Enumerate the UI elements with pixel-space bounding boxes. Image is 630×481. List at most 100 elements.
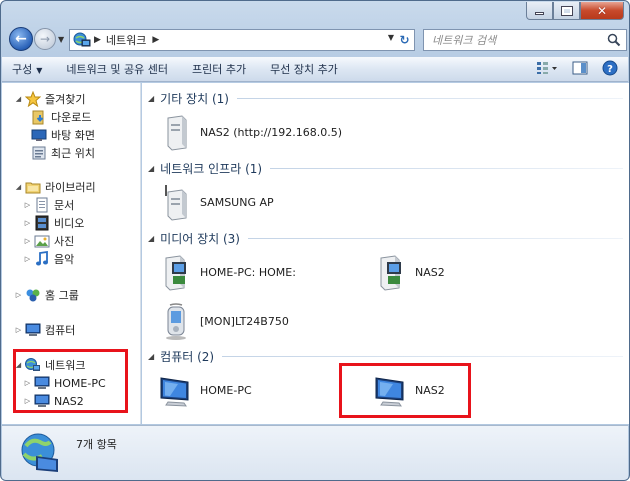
- tree-documents[interactable]: ▷ 문서: [23, 196, 74, 214]
- media-item-nas2[interactable]: NAS2: [373, 252, 445, 292]
- tree-homegroup[interactable]: ▷ 홈 그룹: [14, 286, 79, 304]
- minimize-button[interactable]: [526, 2, 553, 20]
- add-printer-button[interactable]: 프린터 추가: [192, 61, 246, 77]
- tree-label: 비디오: [54, 217, 85, 230]
- collapsed-triangle-icon[interactable]: ▷: [23, 219, 32, 227]
- tree-computer[interactable]: ▷ 컴퓨터: [14, 321, 75, 339]
- svg-text:?: ?: [607, 64, 613, 75]
- address-location[interactable]: 네트워크: [106, 32, 146, 48]
- computer-icon: [25, 323, 41, 336]
- computer-icon: [160, 377, 189, 407]
- star-icon: [25, 91, 41, 107]
- tree-label: 홈 그룹: [45, 289, 79, 302]
- organize-button[interactable]: 구성 ▼: [12, 61, 42, 77]
- device-item-nas2-http[interactable]: NAS2 (http://192.168.0.5): [158, 112, 342, 152]
- group-header-network-infrastructure[interactable]: ◢ 네트워크 인프라 (1): [148, 159, 623, 177]
- mobile-device-icon: [166, 303, 186, 340]
- documents-icon: [36, 197, 48, 213]
- close-button[interactable]: ✕: [580, 2, 624, 20]
- group-header-other-devices[interactable]: ◢ 기타 장치 (1): [148, 89, 623, 107]
- expanded-triangle-icon[interactable]: ◢: [14, 95, 23, 103]
- search-icon[interactable]: [606, 33, 622, 47]
- recent-pages-dropdown[interactable]: ▼: [58, 35, 64, 44]
- group-title: 네트워크 인프라 (1): [160, 161, 263, 176]
- tree-label: 음악: [54, 253, 75, 266]
- group-title: 기타 장치 (1): [160, 91, 229, 106]
- back-button[interactable]: ←: [9, 27, 33, 51]
- media-item-home-pc[interactable]: HOME-PC: HOME:: [158, 252, 296, 292]
- expanded-triangle-icon[interactable]: ◢: [148, 352, 154, 361]
- computer-item-home-pc[interactable]: HOME-PC: [158, 370, 252, 410]
- caption-buttons: ✕: [526, 2, 624, 22]
- item-label: HOME-PC: [200, 383, 252, 397]
- search-box[interactable]: 네트워크 검색: [423, 29, 627, 51]
- tree-label: 바탕 화면: [51, 129, 95, 142]
- view-options-button[interactable]: [536, 61, 558, 78]
- address-bar[interactable]: ▶ 네트워크 ▶ ▼: [69, 29, 397, 51]
- item-label: [MON]LT24B750: [200, 314, 289, 328]
- tree-downloads[interactable]: 다운로드: [31, 108, 91, 126]
- media-server-icon: [380, 255, 401, 291]
- tree-label: 컴퓨터: [45, 324, 76, 337]
- search-placeholder[interactable]: 네트워크 검색: [432, 32, 606, 48]
- refresh-icon: ↻: [399, 33, 410, 47]
- pictures-icon: [34, 235, 50, 248]
- expanded-triangle-icon[interactable]: ◢: [148, 234, 154, 243]
- network-icon: [73, 32, 91, 47]
- tree-label: 문서: [54, 199, 75, 212]
- device-item-samsung-ap[interactable]: SAMSUNG AP: [158, 182, 274, 222]
- downloads-folder-icon: [32, 110, 44, 125]
- group-divider: [247, 237, 623, 239]
- explorer-window: ✕ ← → ▼ ▶ 네트워크 ▶ ▼ ↻ 네트워크 검색 구성 ▼ 네트워크 및…: [0, 0, 630, 481]
- tree-libraries[interactable]: ◢ 라이브러리: [14, 178, 96, 196]
- tree-favorites[interactable]: ◢ 즐겨찾기: [14, 90, 85, 108]
- navigation-pane: ◢ 즐겨찾기 다운로드 바탕 화면 최근 위치 ◢ 라이브러리 ▷ 문서 ▷ 비…: [2, 83, 141, 424]
- preview-pane-icon: [572, 61, 588, 75]
- tree-desktop[interactable]: 바탕 화면: [31, 126, 95, 144]
- collapsed-triangle-icon[interactable]: ▷: [23, 201, 32, 209]
- expanded-triangle-icon[interactable]: ◢: [148, 164, 154, 173]
- group-title: 컴퓨터 (2): [160, 349, 215, 364]
- network-sharing-center-button[interactable]: 네트워크 및 공유 센터: [66, 61, 168, 77]
- expanded-triangle-icon[interactable]: ◢: [148, 94, 154, 103]
- group-header-media-devices[interactable]: ◢ 미디어 장치 (3): [148, 229, 623, 247]
- collapsed-triangle-icon[interactable]: ▷: [14, 326, 23, 334]
- tree-videos[interactable]: ▷ 비디오: [23, 214, 84, 232]
- maximize-button[interactable]: [553, 2, 580, 20]
- forward-button[interactable]: →: [34, 28, 56, 50]
- chevron-right-icon[interactable]: ▶: [94, 35, 101, 45]
- collapsed-triangle-icon[interactable]: ▷: [14, 291, 23, 299]
- collapsed-triangle-icon[interactable]: ▷: [23, 237, 32, 245]
- item-label: NAS2 (http://192.168.0.5): [200, 125, 342, 139]
- recent-places-icon: [32, 146, 46, 160]
- item-label: HOME-PC: HOME:: [200, 265, 296, 279]
- expanded-triangle-icon[interactable]: ◢: [14, 183, 23, 191]
- address-history-dropdown[interactable]: ▼: [388, 33, 394, 42]
- tree-music[interactable]: ▷ 음악: [23, 250, 74, 268]
- group-divider: [222, 355, 623, 357]
- refresh-button[interactable]: ↻: [395, 29, 415, 51]
- toolbar-right: ?: [522, 60, 618, 79]
- content-pane: ◢ 기타 장치 (1) NAS2 (http://192.168.0.5) ◢ …: [142, 83, 629, 424]
- collapsed-triangle-icon[interactable]: ▷: [23, 255, 32, 263]
- chevron-right-icon[interactable]: ▶: [152, 35, 159, 45]
- tree-label: 다운로드: [51, 111, 92, 124]
- navigation-bar: ← → ▼ ▶ 네트워크 ▶ ▼ ↻ 네트워크 검색: [7, 27, 627, 53]
- details-pane: 7개 항목: [2, 425, 628, 480]
- homegroup-icon: [26, 289, 40, 302]
- command-bar: 구성 ▼ 네트워크 및 공유 센터 프린터 추가 무선 장치 추가 ?: [2, 57, 628, 82]
- item-label: NAS2: [415, 265, 445, 279]
- help-button[interactable]: ?: [602, 60, 618, 79]
- media-item-monitor[interactable]: [MON]LT24B750: [158, 301, 289, 341]
- preview-pane-button[interactable]: [572, 61, 588, 78]
- highlight-box: [339, 363, 471, 418]
- tree-label: 최근 위치: [51, 147, 95, 160]
- network-icon: [21, 433, 58, 472]
- tree-pictures[interactable]: ▷ 사진: [23, 232, 74, 250]
- media-server-icon: [165, 255, 186, 291]
- music-note-icon: [36, 251, 48, 266]
- add-wireless-device-button[interactable]: 무선 장치 추가: [270, 61, 338, 77]
- tree-recent-places[interactable]: 최근 위치: [31, 144, 95, 162]
- tree-label: 즐겨찾기: [45, 93, 86, 106]
- video-film-icon: [35, 215, 49, 231]
